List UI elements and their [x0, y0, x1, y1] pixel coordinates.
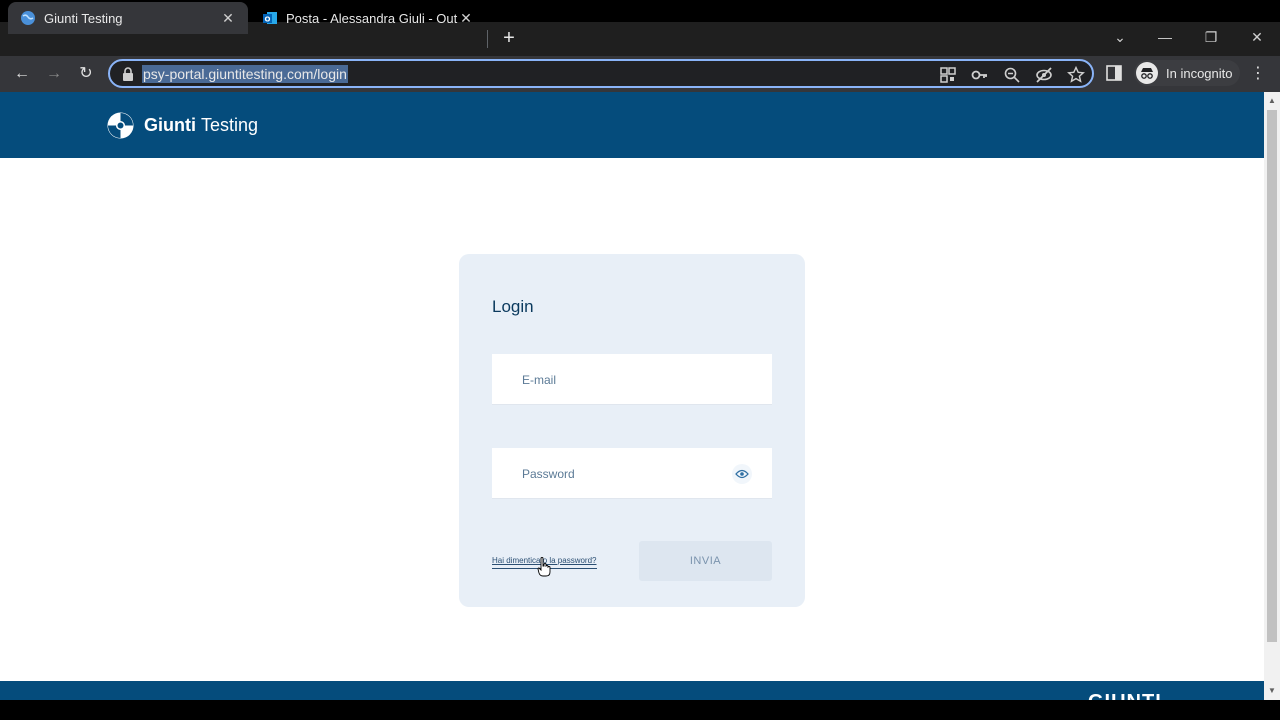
- site-footer: GIUNTI: [0, 681, 1264, 700]
- scroll-down-icon[interactable]: ▼: [1267, 686, 1277, 696]
- qr-code-icon[interactable]: [938, 65, 958, 85]
- incognito-badge[interactable]: In incognito: [1134, 60, 1240, 86]
- scroll-up-icon[interactable]: ▲: [1267, 96, 1277, 106]
- tab-outlook[interactable]: O Posta - Alessandra Giuli - Outlook ✕: [250, 2, 486, 34]
- forward-button[interactable]: →: [42, 62, 66, 86]
- bookmark-star-icon[interactable]: [1066, 65, 1086, 85]
- password-field[interactable]: [492, 448, 772, 499]
- zoom-icon[interactable]: [1002, 65, 1022, 85]
- screen-bottom-bar: [0, 700, 1280, 720]
- lock-icon: [123, 67, 133, 81]
- footer-logo: GIUNTI: [1088, 691, 1162, 700]
- login-card: Login Hai dimenticato la password? INVIA: [459, 254, 805, 607]
- address-bar[interactable]: psy-portal.giuntitesting.com/login: [108, 59, 1094, 88]
- submit-button[interactable]: INVIA: [639, 541, 772, 581]
- minimize-button[interactable]: —: [1153, 26, 1177, 48]
- login-title: Login: [492, 297, 534, 316]
- tab-search-icon[interactable]: ⌄: [1108, 26, 1132, 48]
- url-text[interactable]: psy-portal.giuntitesting.com/login: [142, 65, 348, 83]
- new-tab-button[interactable]: +: [498, 27, 520, 49]
- back-button[interactable]: ←: [10, 62, 34, 86]
- page-viewport: Giunti Testing Login Hai dimenticato la …: [0, 92, 1264, 700]
- site-logo[interactable]: Giunti Testing: [107, 112, 258, 139]
- logo-text-bold: Giunti: [144, 115, 196, 135]
- tracking-protection-icon[interactable]: [1034, 65, 1054, 85]
- key-icon[interactable]: [970, 65, 990, 85]
- restore-button[interactable]: ❐: [1199, 26, 1223, 48]
- browser-menu-icon[interactable]: ⋮: [1248, 62, 1268, 86]
- tab-title: Posta - Alessandra Giuli - Outlook: [286, 10, 458, 26]
- outlook-icon: O: [263, 12, 277, 24]
- side-panel-icon[interactable]: [1104, 63, 1124, 83]
- incognito-label: In incognito: [1166, 65, 1233, 81]
- hand-cursor-icon: [537, 557, 551, 577]
- site-header: Giunti Testing: [0, 92, 1264, 158]
- page-scrollbar[interactable]: ▲ ▼: [1264, 92, 1280, 700]
- close-window-button[interactable]: ✕: [1245, 26, 1269, 48]
- scrollbar-thumb[interactable]: [1267, 110, 1277, 642]
- tab-separator: [487, 30, 488, 48]
- incognito-icon: [1136, 62, 1158, 84]
- reload-button[interactable]: ↻: [74, 62, 98, 86]
- tab-giunti-testing[interactable]: Giunti Testing ✕: [8, 2, 248, 34]
- svg-text:O: O: [265, 16, 271, 24]
- email-field[interactable]: [492, 354, 772, 405]
- email-input[interactable]: [492, 354, 712, 405]
- giunti-logo-icon: [107, 112, 134, 139]
- password-input[interactable]: [492, 448, 712, 499]
- show-password-eye-icon[interactable]: [732, 464, 752, 484]
- tab-close-icon[interactable]: ✕: [458, 10, 474, 26]
- tab-close-icon[interactable]: ✕: [220, 10, 236, 26]
- logo-text: Testing: [201, 115, 259, 135]
- tab-title: Giunti Testing: [44, 10, 123, 26]
- globe-icon: [21, 11, 35, 25]
